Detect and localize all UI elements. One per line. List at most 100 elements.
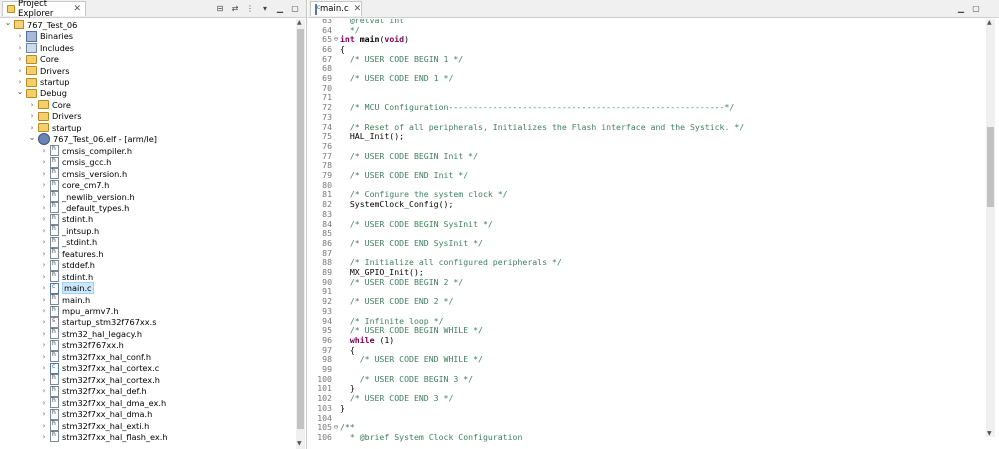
- tree-item[interactable]: › cmsis_version.h: [40, 168, 127, 180]
- chevron-right-icon[interactable]: ›: [40, 387, 48, 395]
- tree-item[interactable]: › Drivers: [28, 111, 82, 123]
- line-number: 76: [322, 140, 332, 151]
- tree-item[interactable]: › startup: [16, 76, 70, 88]
- tree-item[interactable]: › _default_types.h: [40, 202, 129, 214]
- tree-item[interactable]: › cmsis_compiler.h: [40, 145, 132, 157]
- chevron-right-icon[interactable]: ›: [40, 399, 48, 407]
- tree-item[interactable]: › Drivers: [16, 65, 70, 77]
- maximize-icon[interactable]: ▢: [971, 3, 981, 13]
- chevron-right-icon[interactable]: ›: [16, 78, 24, 86]
- tree-item[interactable]: › stm32f7xx_hal_conf.h: [40, 351, 151, 363]
- minimize-icon[interactable]: ▁: [956, 3, 966, 13]
- chevron-right-icon[interactable]: ›: [40, 261, 48, 269]
- chevron-right-icon[interactable]: ›: [40, 353, 48, 361]
- code-editor[interactable]: 63 @retval int 64 */65 ⊖ int main(void) 66{6…: [308, 19, 977, 449]
- tree-item[interactable]: › stm32f7xx_hal_dma_ex.h: [40, 397, 166, 409]
- tree-item[interactable]: › cmsis_gcc.h: [40, 156, 111, 168]
- chevron-right-icon[interactable]: ›: [40, 250, 48, 258]
- chevron-right-icon[interactable]: ›: [40, 296, 48, 304]
- chevron-right-icon[interactable]: ›: [40, 193, 48, 201]
- chevron-right-icon[interactable]: ›: [40, 433, 48, 441]
- tree-item[interactable]: › Core: [16, 53, 59, 65]
- minimize-icon[interactable]: ▁: [275, 3, 285, 13]
- tree-item[interactable]: › main.h: [40, 294, 90, 306]
- fold-icon[interactable]: ⊖: [332, 35, 340, 43]
- tree-item[interactable]: › stddef.h: [40, 259, 95, 271]
- chevron-right-icon[interactable]: ›: [40, 181, 48, 189]
- tree-item[interactable]: › main.c: [40, 282, 94, 295]
- chevron-down-icon[interactable]: ⌄: [28, 133, 36, 142]
- code-text: {: [340, 43, 345, 54]
- chevron-right-icon[interactable]: ›: [40, 364, 48, 372]
- scroll-down-icon[interactable]: ▼: [297, 440, 302, 447]
- filter-icon[interactable]: ⋮: [245, 3, 255, 13]
- tree-item[interactable]: › Includes: [16, 42, 74, 54]
- chevron-right-icon[interactable]: ›: [40, 318, 48, 326]
- chevron-right-icon[interactable]: ›: [40, 204, 48, 212]
- chevron-right-icon[interactable]: ›: [40, 330, 48, 338]
- scrollbar-thumb[interactable]: [987, 127, 994, 207]
- chevron-right-icon[interactable]: ›: [40, 227, 48, 235]
- chevron-right-icon[interactable]: ›: [16, 67, 24, 75]
- link-with-editor-icon[interactable]: ⇄: [230, 3, 240, 13]
- chevron-down-icon[interactable]: ⌄: [4, 19, 12, 27]
- tree-item[interactable]: ⌄ 767_Test_06.elf - [arm/le]: [28, 133, 157, 146]
- collapse-all-icon[interactable]: ⊟: [215, 3, 225, 13]
- chevron-right-icon[interactable]: ›: [40, 341, 48, 349]
- chevron-right-icon[interactable]: ›: [40, 422, 48, 430]
- tree-item[interactable]: › features.h: [40, 248, 104, 260]
- chevron-right-icon[interactable]: ›: [40, 238, 48, 246]
- chevron-right-icon[interactable]: ›: [40, 170, 48, 178]
- chevron-right-icon[interactable]: ›: [40, 376, 48, 384]
- explorer-scrollbar[interactable]: ▲ ▼: [296, 19, 305, 449]
- chevron-right-icon[interactable]: ›: [28, 112, 36, 120]
- tree-item[interactable]: › _intsup.h: [40, 225, 99, 237]
- tree-item[interactable]: › stm32f7xx_hal_flash_ex.h: [40, 431, 168, 443]
- tree-item[interactable]: › Binaries: [16, 30, 73, 42]
- tree-item[interactable]: › mpu_armv7.h: [40, 305, 119, 317]
- chevron-right-icon[interactable]: ›: [16, 55, 24, 63]
- code-text: HAL_Init();: [340, 131, 405, 142]
- editor-scrollbar[interactable]: ▲ ▼: [986, 19, 995, 437]
- chevron-right-icon[interactable]: ›: [28, 101, 36, 109]
- tree-item[interactable]: ⌄ 767_Test_06: [4, 19, 78, 31]
- scroll-up-icon[interactable]: ▲: [987, 19, 992, 26]
- view-menu-icon[interactable]: ▾: [260, 3, 270, 13]
- tree-item[interactable]: › stdint.h: [40, 271, 93, 283]
- tree-item[interactable]: › stdint.h: [40, 213, 93, 226]
- chevron-right-icon[interactable]: ›: [16, 32, 24, 40]
- tree-item[interactable]: › core_cm7.h: [40, 179, 109, 191]
- tree-item[interactable]: › startup: [28, 122, 82, 134]
- maximize-icon[interactable]: ▢: [290, 3, 300, 13]
- chevron-right-icon[interactable]: ›: [40, 307, 48, 315]
- tab-main-c[interactable]: main.c ✕: [310, 1, 362, 16]
- tree-item[interactable]: ⌄ Debug: [16, 87, 67, 100]
- tree-item[interactable]: › stm32f7xx_hal_def.h: [40, 385, 147, 397]
- scroll-down-icon[interactable]: ▼: [987, 430, 992, 437]
- close-icon[interactable]: ✕: [354, 4, 362, 14]
- chevron-right-icon[interactable]: ›: [40, 284, 48, 292]
- chevron-right-icon[interactable]: ›: [16, 44, 24, 52]
- tree-item[interactable]: › stm32f7xx_hal_exti.h: [40, 420, 149, 432]
- tab-project-explorer[interactable]: Project Explorer ✕: [2, 0, 86, 19]
- chevron-right-icon[interactable]: ›: [40, 158, 48, 166]
- chevron-right-icon[interactable]: ›: [40, 215, 48, 223]
- tree-item[interactable]: › stm32f7xx_hal_cortex.h: [40, 374, 160, 386]
- tree-item[interactable]: › Core: [28, 99, 71, 111]
- tree-item[interactable]: › stm32f7xx_hal_cortex.c: [40, 362, 159, 375]
- scroll-up-icon[interactable]: ▲: [297, 19, 302, 26]
- tree-item[interactable]: › _newlib_version.h: [40, 191, 135, 203]
- close-icon[interactable]: ✕: [73, 4, 81, 14]
- tree-item[interactable]: › stm32_hal_legacy.h: [40, 328, 142, 340]
- tree-item[interactable]: › startup_stm32f767xx.s: [40, 316, 157, 329]
- fold-icon[interactable]: ⊖: [332, 423, 340, 431]
- scrollbar-thumb[interactable]: [297, 29, 304, 429]
- chevron-down-icon[interactable]: ⌄: [16, 87, 24, 96]
- tree-item[interactable]: › _stdint.h: [40, 236, 97, 249]
- chevron-right-icon[interactable]: ›: [40, 147, 48, 155]
- chevron-right-icon[interactable]: ›: [28, 124, 36, 132]
- tree-item[interactable]: › stm32f767xx.h: [40, 339, 124, 352]
- tree-item[interactable]: › stm32f7xx_hal_dma.h: [40, 408, 152, 420]
- chevron-right-icon[interactable]: ›: [40, 410, 48, 418]
- chevron-right-icon[interactable]: ›: [40, 273, 48, 281]
